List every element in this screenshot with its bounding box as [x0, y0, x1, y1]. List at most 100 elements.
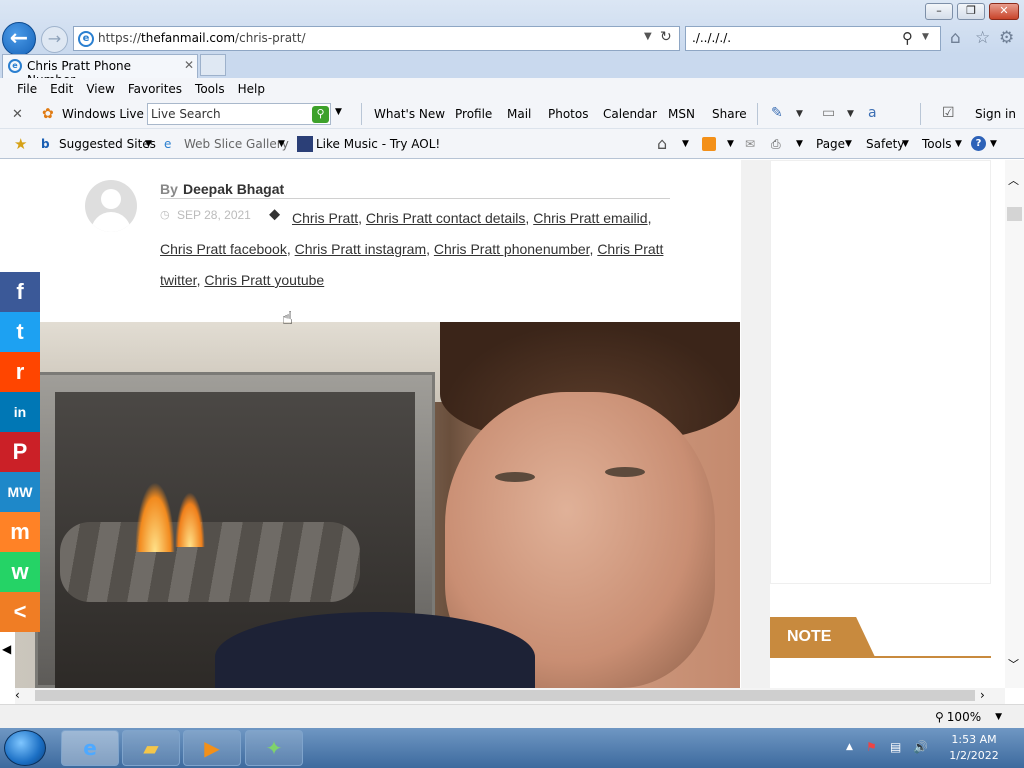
- tab-active[interactable]: e Chris Pratt Phone Number,... ✕: [2, 54, 198, 87]
- search-icon[interactable]: ⚲: [312, 106, 329, 123]
- clock-time[interactable]: 1:53 AM: [944, 733, 1004, 746]
- home-icon[interactable]: ⌂: [657, 134, 667, 153]
- action-center-icon[interactable]: ⚑: [866, 740, 877, 754]
- chevron-down-icon[interactable]: ▼: [990, 139, 997, 149]
- checkbox-icon[interactable]: ☑: [942, 105, 955, 121]
- web-slice-gallery-link[interactable]: Web Slice Gallery: [184, 137, 289, 151]
- tag-link[interactable]: Chris Pratt phonenumber: [434, 241, 590, 257]
- menu-tools[interactable]: Tools: [195, 82, 225, 96]
- scroll-thumb[interactable]: [35, 690, 975, 701]
- tag-link[interactable]: Chris Pratt youtube: [204, 272, 324, 288]
- author-avatar[interactable]: [85, 180, 137, 232]
- start-button[interactable]: [4, 730, 46, 766]
- safety-menu[interactable]: Safety: [866, 137, 904, 151]
- link-mail[interactable]: Mail: [507, 107, 531, 121]
- tag-link[interactable]: Chris Pratt facebook: [160, 241, 287, 257]
- link-share[interactable]: Share: [712, 107, 747, 121]
- close-icon[interactable]: ✕: [12, 107, 23, 122]
- like-music-link[interactable]: Like Music - Try AOL!: [316, 137, 440, 151]
- mail-icon[interactable]: ▭: [822, 105, 835, 121]
- link-calendar[interactable]: Calendar: [603, 107, 657, 121]
- search-box[interactable]: ./../././. ⚲ ▼: [685, 26, 941, 51]
- taskbar-media-button[interactable]: ▶: [183, 730, 241, 766]
- share-mewe-button[interactable]: MW: [0, 472, 40, 512]
- page-menu[interactable]: Page: [816, 137, 845, 151]
- share-facebook-button[interactable]: f: [0, 272, 40, 312]
- chevron-down-icon[interactable]: ▼: [922, 32, 929, 42]
- live-search-input[interactable]: Live Search: [151, 107, 221, 121]
- close-icon[interactable]: ✕: [184, 58, 194, 72]
- read-mail-icon[interactable]: ✉: [745, 137, 755, 151]
- blog-icon[interactable]: ✎: [771, 105, 783, 121]
- sign-in-link[interactable]: Sign in: [975, 107, 1016, 121]
- scroll-thumb[interactable]: [1007, 207, 1022, 221]
- share-share-button[interactable]: <: [0, 592, 40, 632]
- author-name[interactable]: Deepak Bhagat: [183, 181, 284, 197]
- search-icon[interactable]: ⚲: [902, 29, 913, 47]
- chevron-down-icon[interactable]: ▼: [682, 139, 689, 149]
- share-whatsapp-button[interactable]: w: [0, 552, 40, 592]
- share-reddit-button[interactable]: r: [0, 352, 40, 392]
- taskbar-ie-button[interactable]: e: [61, 730, 119, 766]
- menu-view[interactable]: View: [86, 82, 114, 96]
- minimize-button[interactable]: –: [925, 3, 953, 20]
- clock-date[interactable]: 1/2/2022: [944, 749, 1004, 762]
- chevron-down-icon[interactable]: ▼: [845, 139, 852, 149]
- restore-button[interactable]: ❐: [957, 3, 985, 20]
- link-msn[interactable]: MSN: [668, 107, 695, 121]
- zoom-control[interactable]: ⚲ 100% ▼: [935, 710, 1002, 724]
- network-icon[interactable]: ▤: [890, 740, 901, 754]
- live-search-box[interactable]: Live Search ⚲: [147, 103, 331, 125]
- chevron-up-icon[interactable]: ︿: [1008, 172, 1019, 188]
- url-field[interactable]: e https://thefanmail.com/chris-pratt/ ▼ …: [73, 26, 680, 51]
- help-icon[interactable]: ?: [971, 136, 986, 151]
- chevron-down-icon[interactable]: ▼: [955, 139, 962, 149]
- link-photos[interactable]: Photos: [548, 107, 588, 121]
- chevron-down-icon[interactable]: ▼: [796, 139, 803, 149]
- favorites-star-icon[interactable]: ★: [14, 135, 27, 153]
- share-pinterest-button[interactable]: P: [0, 432, 40, 472]
- taskbar-app-button[interactable]: ✦: [245, 730, 303, 766]
- collapse-share-icon[interactable]: ◀: [2, 642, 11, 656]
- chevron-down-icon[interactable]: ▼: [145, 139, 152, 149]
- menu-help[interactable]: Help: [238, 82, 265, 96]
- share-linkedin-button[interactable]: in: [0, 392, 40, 432]
- tag-link[interactable]: Chris Pratt: [292, 210, 358, 226]
- tag-link[interactable]: Chris Pratt emailid: [533, 210, 647, 226]
- search-input[interactable]: ./../././.: [692, 31, 731, 45]
- tools-menu[interactable]: Tools: [922, 137, 952, 151]
- new-tab-button[interactable]: [200, 54, 226, 76]
- menu-favorites[interactable]: Favorites: [128, 82, 182, 96]
- close-button[interactable]: ✕: [989, 3, 1019, 20]
- menu-edit[interactable]: Edit: [50, 82, 73, 96]
- chevron-down-icon[interactable]: ▼: [796, 109, 803, 119]
- chevron-left-icon[interactable]: ‹: [15, 688, 20, 702]
- chevron-down-icon[interactable]: ▼: [847, 109, 854, 119]
- translate-icon[interactable]: a: [868, 105, 877, 121]
- tag-link[interactable]: Chris Pratt contact details: [366, 210, 526, 226]
- windows-live-label[interactable]: Windows Live: [62, 107, 144, 121]
- taskbar-explorer-button[interactable]: ▰: [122, 730, 180, 766]
- chevron-down-icon[interactable]: ▼: [995, 712, 1002, 722]
- chevron-down-icon[interactable]: ﹀: [1008, 656, 1019, 672]
- print-icon[interactable]: ⎙: [771, 137, 781, 152]
- chevron-down-icon[interactable]: ▼: [727, 139, 734, 149]
- refresh-icon[interactable]: ↻: [660, 29, 672, 45]
- tray-expand-icon[interactable]: ▲: [846, 742, 853, 752]
- suggested-sites-link[interactable]: Suggested Sites: [59, 137, 156, 151]
- volume-icon[interactable]: 🔊: [913, 740, 928, 754]
- forward-button[interactable]: →: [41, 26, 68, 53]
- horizontal-scrollbar[interactable]: ‹ ›: [15, 688, 1005, 704]
- chevron-down-icon[interactable]: ▼: [335, 107, 342, 117]
- share-mix-button[interactable]: m: [0, 512, 40, 552]
- back-button[interactable]: ←: [2, 22, 36, 56]
- star-icon[interactable]: ☆: [975, 28, 990, 48]
- rss-icon[interactable]: [702, 137, 716, 151]
- tag-link[interactable]: Chris Pratt instagram: [295, 241, 426, 257]
- menu-file[interactable]: File: [17, 82, 37, 96]
- gear-icon[interactable]: ⚙: [999, 28, 1014, 48]
- vertical-scrollbar[interactable]: ︿ ﹀: [1005, 160, 1024, 688]
- share-twitter-button[interactable]: t: [0, 312, 40, 352]
- chevron-down-icon[interactable]: ▼: [902, 139, 909, 149]
- chevron-down-icon[interactable]: ▼: [644, 31, 652, 42]
